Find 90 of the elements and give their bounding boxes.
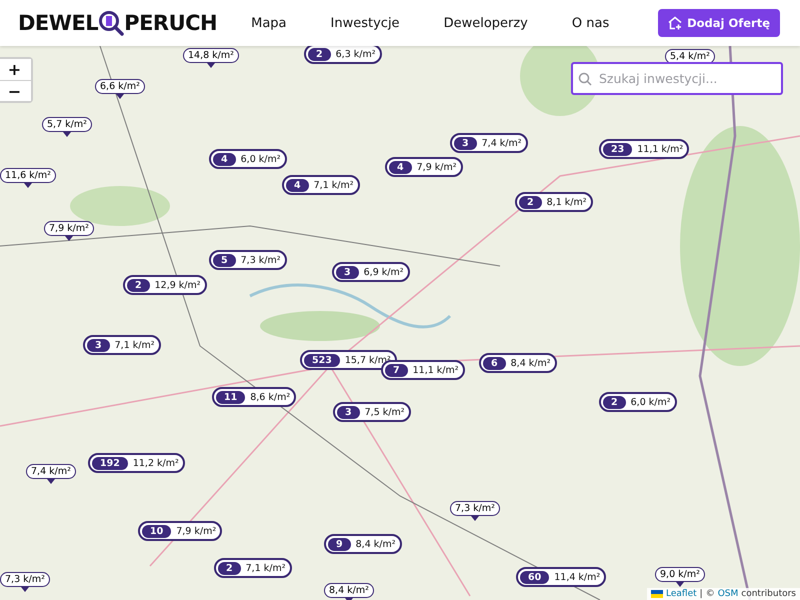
marker-price: 11,1 k/m² — [637, 144, 684, 154]
marker-count: 523 — [304, 354, 340, 366]
marker-price: 8,4 k/m² — [510, 358, 551, 368]
marker-pointer — [46, 479, 55, 484]
marker-price: 7,1 k/m² — [114, 340, 155, 350]
copyright-sign: © — [706, 589, 715, 599]
marker-count: 6 — [483, 356, 506, 370]
marker-count: 2 — [218, 562, 241, 574]
marker-count: 11 — [216, 390, 246, 404]
marker-price: 6,3 k/m² — [336, 48, 376, 60]
marker-price: 11,1 k/m² — [412, 364, 459, 376]
cluster-marker[interactable]: 2 6,3 k/m² — [304, 46, 382, 64]
cluster-marker[interactable]: 3 7,5 k/m² — [333, 402, 411, 422]
marker-price: 6,0 k/m² — [240, 154, 281, 164]
marker-pointer — [206, 63, 215, 68]
cluster-marker[interactable]: 10 7,9 k/m² — [138, 521, 222, 541]
marker-count: 2 — [603, 396, 626, 408]
cluster-marker[interactable]: 2 7,1 k/m² — [214, 558, 292, 578]
cluster-marker[interactable]: 2 6,0 k/m² — [599, 392, 677, 412]
marker-price: 8,6 k/m² — [250, 392, 290, 402]
marker-count: 4 — [286, 178, 309, 192]
marker-price: 12,9 k/m² — [154, 280, 201, 290]
marker-price: 7,4 k/m² — [482, 138, 522, 148]
marker-count: 7 — [385, 364, 408, 376]
marker-pointer — [20, 587, 29, 592]
marker-count: 5 — [213, 254, 236, 266]
marker-price: 7,3 k/m² — [240, 254, 281, 266]
cluster-marker[interactable]: 5 7,3 k/m² — [209, 250, 287, 270]
marker-price: 7,1 k/m² — [246, 562, 286, 574]
cluster-marker[interactable]: 3 6,9 k/m² — [332, 262, 410, 282]
marker-count: 2 — [308, 48, 331, 60]
logo-text: PERUCH — [124, 11, 218, 35]
marker-count: 4 — [389, 160, 412, 174]
marker-count: 2 — [519, 196, 542, 208]
marker-count: 4 — [213, 152, 236, 166]
marker-pointer — [470, 516, 479, 521]
cluster-marker[interactable]: 192 11,2 k/m² — [88, 453, 185, 473]
logo-text: DEWEL — [18, 11, 98, 35]
marker-pointer — [24, 183, 32, 188]
nav-link[interactable]: Mapa — [229, 16, 309, 30]
osm-link[interactable]: OSM — [718, 589, 738, 599]
marker-price: 8,1 k/m² — [546, 196, 587, 208]
marker-count: 192 — [92, 456, 128, 470]
marker-count: 60 — [520, 570, 550, 584]
marker-count: 3 — [337, 406, 360, 418]
cluster-marker[interactable]: 60 11,4 k/m² — [516, 567, 606, 587]
marker-count: 3 — [87, 338, 110, 352]
house-plus-icon — [668, 16, 682, 30]
search-field[interactable]: Szukaj inwestycji... — [571, 62, 783, 95]
leaflet-link[interactable]: Leaflet — [666, 589, 697, 599]
marker-price: 8,4 k/m² — [356, 538, 396, 550]
cluster-marker[interactable]: 11 8,6 k/m² — [212, 387, 296, 407]
cluster-marker[interactable]: 6 8,4 k/m² — [479, 353, 557, 373]
marker-count: 23 — [603, 142, 632, 156]
cluster-marker[interactable]: 9 8,4 k/m² — [324, 534, 402, 554]
marker-pointer — [116, 94, 124, 99]
marker-price: 7,9 k/m² — [176, 526, 216, 536]
cluster-marker[interactable]: 4 7,9 k/m² — [385, 157, 463, 177]
marker-price: 6,0 k/m² — [630, 396, 671, 408]
cluster-marker[interactable]: 4 7,1 k/m² — [282, 175, 360, 195]
cluster-marker[interactable]: 3 7,1 k/m² — [83, 335, 161, 355]
marker-pointer — [62, 132, 71, 137]
cluster-marker[interactable]: 3 7,4 k/m² — [450, 133, 528, 153]
magnifier-building-icon — [98, 10, 124, 36]
nav-link[interactable]: Deweloperzy — [422, 16, 550, 30]
marker-price: 6,9 k/m² — [364, 266, 404, 278]
attribution-text: contributors — [741, 589, 796, 599]
marker-price: 11,4 k/m² — [554, 572, 600, 582]
marker-count: 3 — [336, 266, 359, 278]
marker-count: 10 — [142, 524, 172, 538]
cluster-marker[interactable]: 2 8,1 k/m² — [515, 192, 593, 212]
search-icon — [578, 72, 592, 86]
nav-link[interactable]: O nas — [550, 16, 632, 30]
zoom-out-button[interactable]: − — [0, 80, 31, 101]
attribution-separator: | — [700, 589, 703, 599]
price-marker[interactable]: 8,4 k/m² — [324, 583, 374, 598]
add-offer-button[interactable]: Dodaj Ofertę — [658, 9, 780, 37]
marker-count: 3 — [454, 136, 477, 150]
marker-price: 11,2 k/m² — [132, 458, 179, 468]
cluster-marker[interactable]: 23 11,1 k/m² — [599, 139, 690, 159]
marker-pointer — [64, 236, 73, 241]
marker-price: 7,1 k/m² — [314, 180, 354, 190]
marker-count: 9 — [328, 538, 351, 550]
marker-price: 7,9 k/m² — [416, 162, 457, 172]
marker-price: 7,5 k/m² — [364, 406, 405, 418]
flag-icon — [651, 590, 663, 598]
marker-count: 2 — [127, 278, 150, 292]
cluster-marker[interactable]: 4 6,0 k/m² — [209, 149, 287, 169]
nav-link[interactable]: Inwestycje — [308, 16, 422, 30]
cluster-marker[interactable]: 2 12,9 k/m² — [123, 275, 207, 295]
